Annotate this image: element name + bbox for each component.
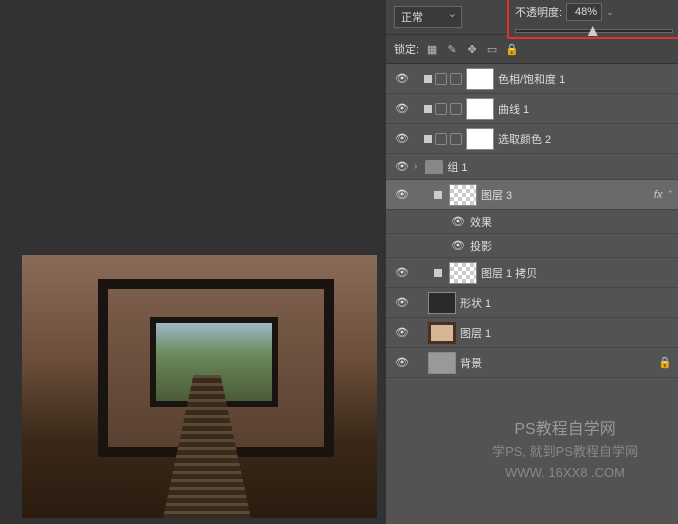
link-icon [434, 269, 442, 277]
visibility-toggle[interactable]: 👁 [390, 266, 414, 279]
canvas-preview [22, 255, 377, 518]
mask-icon [450, 103, 462, 115]
folder-icon [425, 160, 443, 174]
layer-name: 图层 1 [460, 325, 678, 341]
opacity-slider[interactable] [515, 29, 673, 33]
canvas-area[interactable] [22, 255, 377, 518]
layer-name: 图层 3 [481, 187, 654, 203]
layer-1[interactable]: 👁 图层 1 [386, 318, 678, 348]
layer-selective-color[interactable]: 👁 选取颜色 2 [386, 124, 678, 154]
lock-position-icon[interactable]: ✥ [465, 42, 479, 56]
mask-icon [450, 133, 462, 145]
layer-hue-saturation[interactable]: 👁 色相/饱和度 1 [386, 64, 678, 94]
layer-list: 👁 色相/饱和度 1 👁 曲线 1 👁 选取颜色 2 👁 › [386, 64, 678, 378]
adj-hue-icon [435, 73, 447, 85]
lock-label: 锁定: [394, 41, 419, 57]
visibility-toggle[interactable]: 👁 [390, 72, 414, 85]
effect-label: 投影 [470, 238, 678, 254]
visibility-toggle[interactable]: 👁 [390, 132, 414, 145]
layer-curves[interactable]: 👁 曲线 1 [386, 94, 678, 124]
layer-name: 背景 [460, 355, 658, 371]
layer-name: 色相/饱和度 1 [498, 71, 678, 87]
chevron-icon[interactable]: ⌃ [666, 189, 674, 200]
lock-image-icon[interactable]: ✎ [445, 42, 459, 56]
slider-thumb[interactable] [588, 26, 598, 36]
link-icon [434, 191, 442, 199]
layer-thumbnail [466, 98, 494, 120]
layer-thumbnail [466, 68, 494, 90]
effect-label: 效果 [470, 214, 678, 230]
layer-thumbnail [428, 352, 456, 374]
lock-artboard-icon[interactable]: ▭ [485, 42, 499, 56]
mask-icon [450, 73, 462, 85]
chevron-down-icon[interactable]: ⌄ [606, 7, 614, 18]
visibility-toggle[interactable]: 👁 [390, 160, 414, 173]
watermark-sub1: 学PS, 就到PS教程自学网 [492, 442, 638, 463]
expand-toggle[interactable]: › [414, 161, 417, 172]
layer-shape-1[interactable]: 👁 形状 1 [386, 288, 678, 318]
layer-name: 组 1 [447, 159, 678, 175]
visibility-toggle[interactable]: 👁 [390, 326, 414, 339]
link-icon [424, 105, 432, 113]
layer-background[interactable]: 👁 背景 🔒 [386, 348, 678, 378]
layer-drop-shadow[interactable]: 👁 投影 [386, 234, 678, 258]
lock-row: 锁定: ▦ ✎ ✥ ▭ 🔒 [386, 35, 678, 64]
layer-thumbnail [449, 184, 477, 206]
layer-thumbnail [449, 262, 477, 284]
opacity-label: 不透明度: [515, 4, 562, 20]
layer-thumbnail [428, 292, 456, 314]
opacity-slider-popup: 不透明度: 48% ⌄ [507, 0, 678, 39]
layer-1-copy[interactable]: 👁 图层 1 拷贝 [386, 258, 678, 288]
link-icon [424, 135, 432, 143]
visibility-toggle[interactable]: 👁 [390, 296, 414, 309]
layer-thumbnail [428, 322, 456, 344]
layer-name: 选取颜色 2 [498, 131, 678, 147]
lock-all-icon[interactable]: 🔒 [505, 42, 519, 56]
adj-selective-icon [435, 133, 447, 145]
lock-icon: 🔒 [658, 356, 672, 369]
link-icon [424, 75, 432, 83]
visibility-toggle[interactable]: 👁 [390, 188, 414, 201]
opacity-value[interactable]: 48% [566, 3, 602, 21]
visibility-toggle[interactable]: 👁 [390, 102, 414, 115]
adj-curves-icon [435, 103, 447, 115]
visibility-toggle[interactable]: 👁 [446, 239, 470, 252]
watermark: PS教程自学网 学PS, 就到PS教程自学网 WWW. 16XX8 .COM [492, 417, 638, 484]
fx-label[interactable]: fx [654, 189, 663, 201]
visibility-toggle[interactable]: 👁 [446, 215, 470, 228]
blend-mode-dropdown[interactable]: 正常 [394, 6, 462, 28]
layer-group-1[interactable]: 👁 › 组 1 [386, 154, 678, 180]
layer-name: 形状 1 [460, 295, 678, 311]
layer-name: 曲线 1 [498, 101, 678, 117]
layer-3[interactable]: 👁 图层 3 fx ⌃ [386, 180, 678, 210]
layers-toolbar: 正常 不透明度: 48% ⌄ [386, 0, 678, 35]
watermark-title: PS教程自学网 [492, 417, 638, 443]
layers-panel: 正常 不透明度: 48% ⌄ 锁定: ▦ ✎ ✥ ▭ 🔒 👁 色相/饱和度 1 [386, 0, 678, 524]
lock-transparent-icon[interactable]: ▦ [425, 42, 439, 56]
watermark-sub2: WWW. 16XX8 .COM [492, 463, 638, 484]
layer-effects[interactable]: 👁 效果 [386, 210, 678, 234]
visibility-toggle[interactable]: 👁 [390, 356, 414, 369]
layer-name: 图层 1 拷贝 [481, 265, 678, 281]
layer-thumbnail [466, 128, 494, 150]
